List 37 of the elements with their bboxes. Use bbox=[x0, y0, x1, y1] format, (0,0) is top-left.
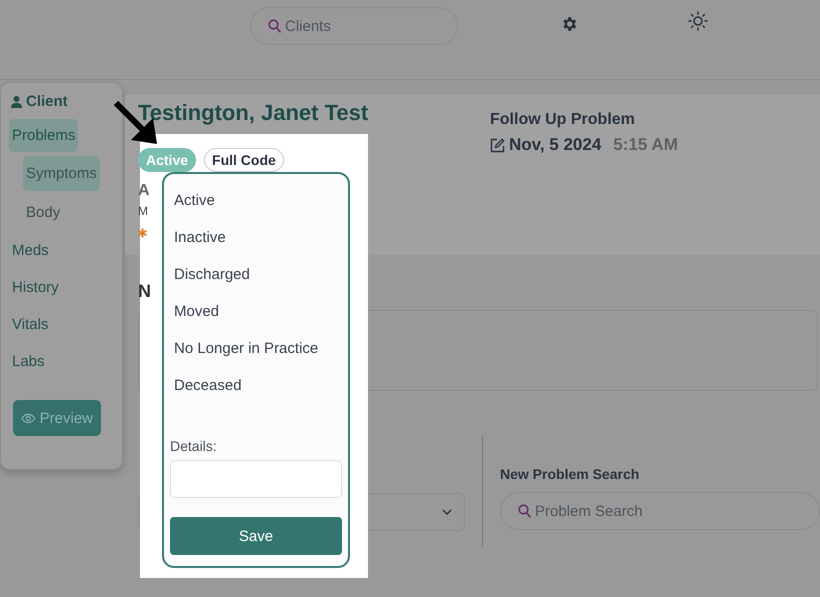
person-icon bbox=[11, 96, 22, 108]
sidebar-item[interactable]: Meds bbox=[9, 234, 52, 267]
edit-icon[interactable] bbox=[490, 138, 505, 152]
search-icon bbox=[268, 19, 281, 33]
sidebar-item[interactable]: Vitals bbox=[9, 308, 52, 341]
menu-option[interactable]: Active bbox=[170, 182, 219, 219]
section-heading: N bbox=[138, 281, 151, 302]
search-field[interactable]: Clients bbox=[250, 7, 458, 45]
patient-name: Testington, Janet Test bbox=[138, 100, 368, 126]
eye-icon bbox=[21, 412, 36, 424]
sun-icon[interactable] bbox=[688, 11, 708, 31]
chevron-icon bbox=[442, 509, 452, 515]
preview-button[interactable]: Preview bbox=[13, 400, 101, 436]
menu-option[interactable]: Deceased bbox=[170, 367, 246, 404]
search-icon bbox=[518, 504, 531, 518]
sidebar-item[interactable]: History bbox=[9, 271, 62, 304]
sidebar-item[interactable]: Labs bbox=[9, 345, 48, 378]
sidebar-item[interactable]: Problems bbox=[9, 119, 78, 152]
sidebar-title: Client bbox=[26, 93, 68, 110]
menu-option[interactable]: No Longer in Practice bbox=[170, 330, 322, 367]
sidebar-item[interactable]: Body bbox=[23, 195, 64, 230]
code-badge: Full Code bbox=[204, 148, 284, 172]
menu-option[interactable]: Discharged bbox=[170, 256, 254, 293]
patient-detail: M bbox=[138, 204, 148, 218]
menu-option[interactable]: Inactive bbox=[170, 219, 230, 256]
visit-time: 5:15 AM bbox=[613, 135, 678, 155]
menu-option[interactable]: Moved bbox=[170, 293, 224, 330]
sidebar-item[interactable]: Symptoms bbox=[23, 156, 100, 191]
asterisk-icon bbox=[138, 228, 147, 238]
details-field[interactable] bbox=[170, 460, 342, 498]
details-label: Details: bbox=[170, 438, 217, 454]
problem-search-field[interactable]: Problem Search bbox=[500, 492, 820, 530]
visit-title: Follow Up Problem bbox=[490, 111, 636, 129]
status-badge[interactable]: Active bbox=[138, 148, 196, 172]
visit-date: Nov, 5 2024 bbox=[509, 135, 602, 155]
search-label: New Problem Search bbox=[500, 466, 640, 482]
save-button[interactable]: Save bbox=[170, 517, 342, 555]
